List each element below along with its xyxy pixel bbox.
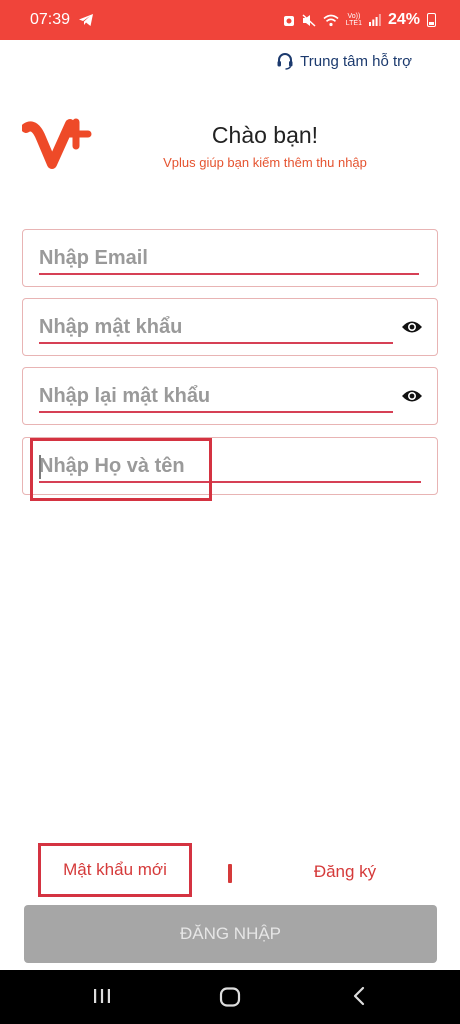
fullname-highlight-box	[30, 438, 212, 501]
register-link[interactable]: Đăng ký	[290, 862, 400, 882]
battery-percent: 24%	[387, 11, 420, 28]
support-link[interactable]: Trung tâm hỗ trợ	[276, 52, 412, 70]
status-left: 07:39	[30, 11, 94, 29]
support-label: Trung tâm hỗ trợ	[300, 52, 412, 70]
recent-apps-icon[interactable]	[92, 986, 112, 1006]
back-icon[interactable]	[350, 986, 370, 1006]
status-right: Vo)) LTE1 24%	[283, 11, 436, 29]
clock: 07:39	[30, 11, 71, 28]
headset-icon	[277, 53, 293, 70]
link-divider	[228, 864, 232, 883]
email-field-container	[22, 229, 438, 287]
status-bar: 07:39 Vo)) LTE1 24%	[0, 0, 460, 40]
greeting-subtitle: Vplus giúp bạn kiếm thêm thu nhập	[163, 155, 367, 170]
battery-icon	[427, 13, 436, 27]
new-password-link[interactable]: Mật khẩu mới	[38, 843, 192, 897]
login-button[interactable]: ĐĂNG NHẬP	[24, 905, 437, 963]
home-icon[interactable]	[219, 986, 241, 1008]
password-input[interactable]	[39, 311, 379, 343]
confirm-password-input[interactable]	[39, 380, 379, 412]
email-underline	[39, 273, 419, 275]
eye-icon[interactable]	[401, 319, 423, 335]
password-underline	[39, 342, 393, 344]
greeting-title: Chào bạn!	[211, 122, 319, 148]
lte-label: LTE1	[345, 20, 362, 27]
password-field-container	[22, 298, 438, 356]
volte-label: Vo))	[347, 13, 361, 20]
telegram-icon	[79, 14, 94, 26]
mute-icon	[302, 13, 316, 27]
signal-icon	[368, 14, 381, 26]
vplus-logo	[22, 118, 92, 169]
alarm-icon	[283, 15, 294, 26]
confirm-password-underline	[39, 411, 393, 413]
eye-icon[interactable]	[401, 388, 423, 404]
volte-indicator: Vo)) LTE1	[346, 13, 362, 27]
email-input[interactable]	[39, 242, 415, 274]
wifi-icon	[323, 14, 339, 26]
navigation-bar	[0, 970, 460, 1024]
new-password-label: Mật khẩu mới	[63, 860, 167, 879]
confirm-password-field-container	[22, 367, 438, 425]
